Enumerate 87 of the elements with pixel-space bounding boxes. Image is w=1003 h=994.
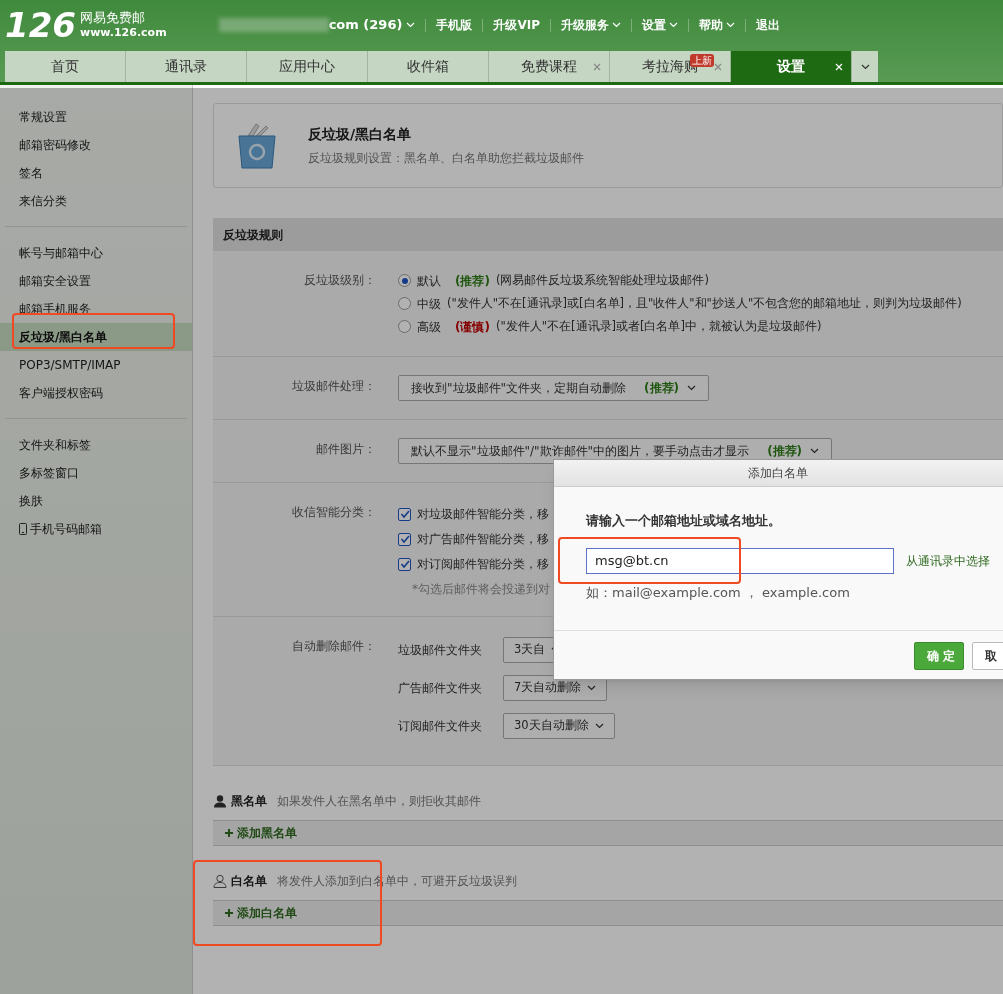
row-label: 收信智能分类： [291,504,376,521]
person-icon [213,874,227,888]
checkbox[interactable] [398,532,411,546]
select-dropdown[interactable]: 默认不显示"垃圾邮件"/"欺诈邮件"中的图片，要手动点击才显示 (推荐) [398,438,833,464]
sidebar-item[interactable]: 签名 [0,159,192,187]
chevron-down-icon [860,63,870,70]
row-label: 反垃圾级别： [303,272,376,289]
folder-label: 垃圾邮件文件夹 [398,642,483,659]
hint-text: *勾选后邮件将会投递到对 [412,581,550,598]
option-label: 高级 [417,318,441,336]
chevron-down-icon [594,723,604,729]
tab[interactable]: 应用中心 [247,51,368,82]
plus-icon [225,829,233,837]
dialog-prompt: 请输入一个邮箱地址或域名地址。 [586,512,782,530]
option-label: 中级 [417,295,441,313]
logo[interactable]: 126 [5,8,76,42]
sidebar-item[interactable]: 帐号与邮箱中心 [0,239,192,267]
row-label: 自动删除邮件： [291,638,376,655]
header-link[interactable]: 升级服务 [560,16,621,34]
header-link[interactable]: 退出 [755,16,780,34]
sidebar-item[interactable]: 常规设置 [0,103,192,131]
option-label: 默认 [417,272,441,290]
contacts-link[interactable]: 从通讯录中选择 [906,551,990,570]
dialog-title: 添加白名单 [554,460,1003,487]
chevron-down-icon [668,22,678,28]
tab[interactable]: 设置 [731,51,852,82]
checkbox-label: 对广告邮件智能分类，移 [417,531,549,548]
sidebar-item[interactable]: 反垃圾/黑白名单 [0,323,192,351]
option-tag: (谨慎) [455,317,490,336]
sidebar-item[interactable]: 换肤 [0,487,192,515]
person-icon [213,794,227,808]
row-label: 垃圾邮件处理： [291,378,376,395]
chevron-down-icon [587,685,597,691]
account-menu[interactable]: com (296) [328,15,416,35]
folder-label: 订阅邮件文件夹 [398,718,483,735]
checkbox[interactable] [398,507,411,521]
page-title: 反垃圾/黑白名单 [308,125,413,144]
example-text: 如：mail@example.com ， example.com [586,583,851,602]
sidebar-item[interactable]: 客户端授权密码 [0,379,192,407]
brand-name: 网易免费邮 [80,10,146,26]
add-link[interactable]: 添加白名单 [237,904,297,922]
checkbox-label: 对垃圾邮件智能分类，移 [417,506,549,523]
checkbox[interactable] [398,557,411,571]
radio-button[interactable] [398,320,411,333]
recycle-bin-icon [236,121,278,170]
email-input[interactable]: msg@bt.cn [586,547,894,574]
chevron-down-icon [810,448,820,454]
option-description: (网易邮件反垃圾系统智能处理垃圾邮件) [495,271,709,289]
header-link[interactable]: 手机版 [436,16,473,34]
list-description: 如果发件人在黑名单中，则拒收其邮件 [277,793,481,810]
cancel-button[interactable]: 取 [972,642,1003,670]
brand-url: www.126.com [80,26,167,40]
option-tag: (推荐) [455,271,490,290]
select-dropdown[interactable]: 接收到"垃圾邮件"文件夹，定期自动删除 (推荐) [398,375,709,401]
tab[interactable]: 首页 [5,51,126,82]
sidebar-item[interactable]: 多标签窗口 [0,459,192,487]
folder-label: 广告邮件文件夹 [398,680,483,697]
radio-button[interactable] [398,274,411,287]
list-title: 黑名单 [231,793,267,810]
chevron-down-icon [687,385,696,391]
tab[interactable]: 免费课程 [489,51,610,82]
sidebar-item[interactable]: POP3/SMTP/IMAP [0,351,192,379]
chevron-down-icon [725,22,735,28]
tab[interactable]: 通讯录 [126,51,247,82]
header-link[interactable]: 帮助 [698,16,735,34]
sidebar-item[interactable]: 邮箱密码修改 [0,131,192,159]
add-link[interactable]: 添加黑名单 [237,824,297,842]
sidebar-item[interactable]: 手机号码邮箱 [0,515,192,543]
sidebar-item[interactable]: 邮箱安全设置 [0,267,192,295]
radio-button[interactable] [398,297,411,310]
option-description: ("发件人"不在[通讯录]或者[白名单]中，就被认为是垃圾邮件) [495,317,822,335]
list-title: 白名单 [231,873,267,890]
tab[interactable]: 收件箱 [368,51,489,82]
header-link[interactable]: 升级VIP [493,16,540,34]
sidebar-item[interactable]: 文件夹和标签 [0,431,192,459]
header-link[interactable]: 设置 [641,16,678,34]
section-header: 反垃圾规则 [213,218,1003,251]
chevron-down-icon [406,22,416,28]
row-label: 邮件图片： [315,441,376,458]
option-description: ("发件人"不在[通讯录]或[白名单]，且"收件人"和"抄送人"不包含您的邮箱地址，则判为垃圾邮件) [447,294,962,312]
chevron-down-icon [611,22,621,28]
sidebar-item[interactable]: 来信分类 [0,187,192,215]
select-dropdown[interactable]: 30天自动删除 [503,713,615,739]
phone-icon [19,523,27,535]
page-subtitle: 反垃圾规则设置：黑名单、白名单助您拦截垃圾邮件 [308,150,584,167]
plus-icon [225,909,233,917]
checkbox-label: 对订阅邮件智能分类，移 [417,556,549,573]
